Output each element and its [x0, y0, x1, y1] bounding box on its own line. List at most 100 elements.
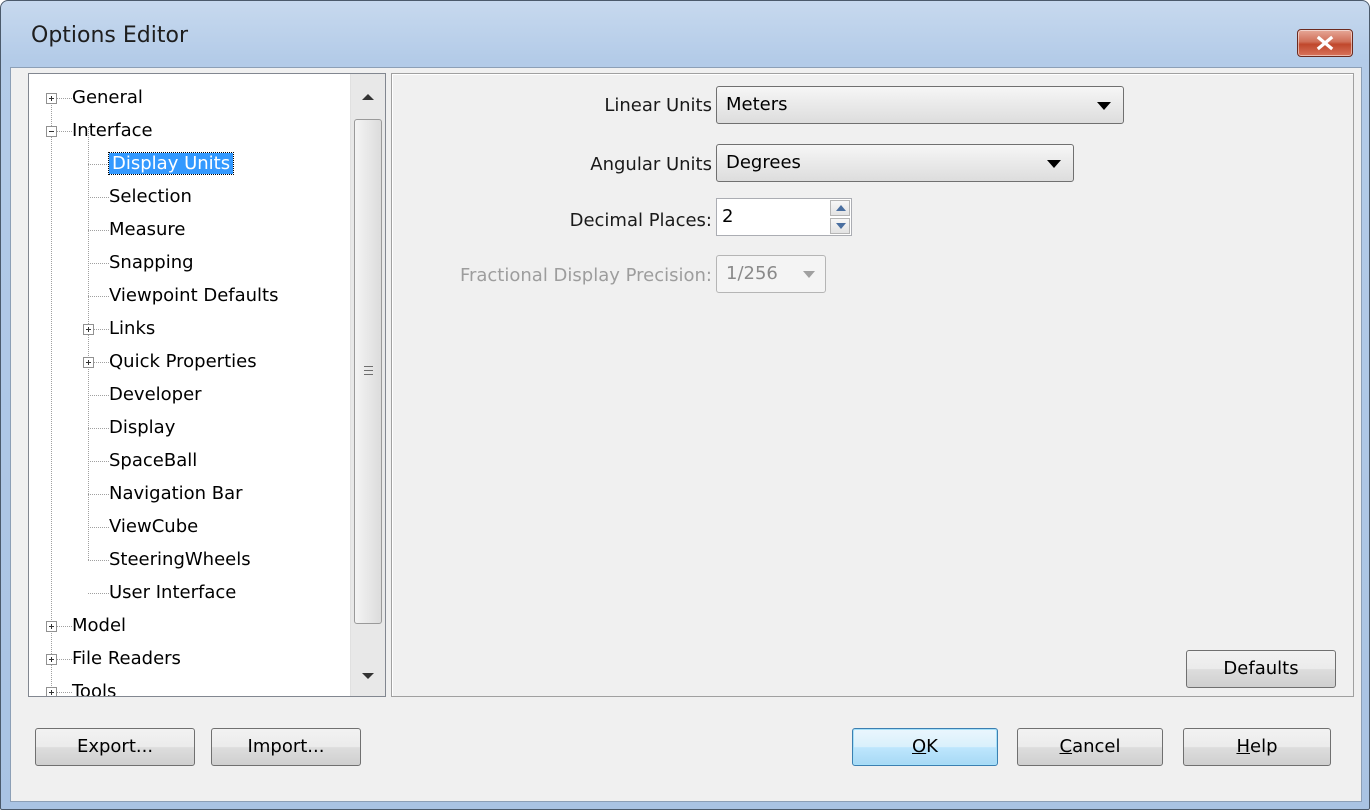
chevron-down-icon: [803, 271, 815, 278]
tree-item-display[interactable]: Display: [109, 414, 175, 442]
tree-item-model[interactable]: Model: [72, 612, 126, 640]
tree-item-label: Tools: [72, 681, 117, 697]
grip-line: [364, 370, 373, 371]
tree-item-measure[interactable]: Measure: [109, 216, 186, 244]
tree-item-viewcube[interactable]: ViewCube: [109, 513, 198, 541]
tree-connector: [88, 593, 109, 594]
tree-item-label: ViewCube: [109, 516, 199, 537]
display-units-panel: Linear Units Meters Angular Units Degree…: [391, 73, 1354, 697]
tree-item-label: Measure: [109, 219, 186, 240]
decimal-places-value: 2: [722, 206, 734, 227]
ok-mnemonic: O: [912, 736, 927, 757]
angular-units-dropdown[interactable]: Degrees: [716, 144, 1074, 182]
tree-connector: [88, 494, 109, 495]
tree-item-label: Display Units: [107, 152, 235, 175]
scroll-up-icon[interactable]: [362, 93, 374, 101]
ok-button[interactable]: OK: [852, 728, 998, 766]
tree-item-display-units[interactable]: Display Units: [107, 150, 235, 178]
tree-item-spaceball[interactable]: SpaceBall: [109, 447, 197, 475]
window-title: Options Editor: [31, 23, 188, 48]
linear-units-dropdown[interactable]: Meters: [716, 86, 1124, 124]
tree-item-developer[interactable]: Developer: [109, 381, 202, 409]
tree-item-interface[interactable]: Interface: [72, 117, 153, 145]
tree-scrollbar[interactable]: [350, 74, 385, 696]
tree-item-general[interactable]: General: [72, 84, 143, 112]
fractional-precision-dropdown[interactable]: 1/256: [716, 255, 826, 293]
tree-connector: [88, 461, 109, 462]
tree-item-label: Navigation Bar: [109, 483, 243, 504]
tree-item-tools[interactable]: Tools: [72, 678, 117, 697]
cancel-label-rest: ancel: [1072, 736, 1121, 757]
tree-item-label: Developer: [109, 384, 202, 405]
tree-item-label: User Interface: [109, 582, 237, 603]
tree-connector: [88, 395, 109, 396]
expand-icon[interactable]: [46, 93, 57, 104]
angular-units-label: Angular Units: [590, 154, 712, 175]
fractional-precision-value: 1/256: [726, 263, 778, 284]
help-label-rest: elp: [1250, 736, 1278, 757]
export-button[interactable]: Export...: [35, 728, 195, 766]
tree-item-viewpoint-defaults[interactable]: Viewpoint Defaults: [109, 282, 279, 310]
dialog-client-area: General Interface Display Units Selection Me…: [10, 67, 1362, 802]
help-button[interactable]: Help: [1183, 728, 1331, 766]
cancel-button[interactable]: Cancel: [1017, 728, 1163, 766]
up-arrow-icon: [836, 205, 846, 211]
tree-item-label: SpaceBall: [109, 450, 198, 471]
expand-icon[interactable]: [83, 357, 94, 368]
tree-item-user-interface[interactable]: User Interface: [109, 579, 236, 607]
tree-item-steeringwheels[interactable]: SteeringWheels: [109, 546, 251, 574]
expand-icon[interactable]: [83, 324, 94, 335]
angular-units-value: Degrees: [726, 152, 801, 173]
tree-item-navigation-bar[interactable]: Navigation Bar: [109, 480, 243, 508]
tree-item-label: Links: [109, 318, 156, 339]
close-button[interactable]: [1297, 29, 1353, 57]
tree-item-quick-properties[interactable]: Quick Properties: [109, 348, 257, 376]
close-icon: [1316, 35, 1334, 51]
down-arrow-icon: [836, 223, 846, 229]
tree-connector: [88, 560, 109, 561]
stepper-buttons: [830, 200, 850, 234]
chevron-down-icon: [1047, 160, 1061, 168]
title-bar[interactable]: Options Editor: [1, 1, 1369, 57]
tree-item-label: Viewpoint Defaults: [109, 285, 279, 306]
tree-item-label: Model: [72, 615, 127, 636]
tree-connector: [88, 230, 109, 231]
tree-item-label: File Readers: [72, 648, 181, 669]
tree-connector: [88, 527, 109, 528]
tree-item-label: Snapping: [109, 252, 194, 273]
tree-item-snapping[interactable]: Snapping: [109, 249, 194, 277]
decrement-button[interactable]: [830, 218, 850, 234]
options-editor-window: Options Editor General Interface Display U…: [0, 0, 1370, 810]
grip-line: [364, 366, 373, 367]
tree-item-label: Quick Properties: [109, 351, 257, 372]
tree-item-label: SteeringWheels: [109, 549, 251, 570]
tree-item-label: Selection: [109, 186, 192, 207]
import-button[interactable]: Import...: [211, 728, 361, 766]
increment-button[interactable]: [830, 200, 850, 216]
expand-icon[interactable]: [46, 654, 57, 665]
tree-item-file-readers[interactable]: File Readers: [72, 645, 181, 673]
tree-connector: [88, 428, 109, 429]
tree-connector: [88, 263, 109, 264]
linear-units-value: Meters: [726, 94, 788, 115]
grip-line: [364, 374, 373, 375]
scroll-down-icon[interactable]: [362, 672, 374, 680]
decimal-places-stepper[interactable]: 2: [716, 198, 852, 236]
options-tree[interactable]: General Interface Display Units Selection Me…: [28, 73, 386, 697]
help-mnemonic: H: [1236, 736, 1251, 757]
scrollbar-thumb[interactable]: [354, 119, 382, 624]
tree-connector: [88, 296, 109, 297]
tree-item-links[interactable]: Links: [109, 315, 155, 343]
collapse-icon[interactable]: [46, 126, 57, 137]
defaults-button[interactable]: Defaults: [1186, 650, 1336, 688]
tree-item-label: Display: [109, 417, 176, 438]
expand-icon[interactable]: [46, 687, 57, 696]
linear-units-label: Linear Units: [604, 95, 712, 116]
fractional-precision-label: Fractional Display Precision:: [459, 265, 712, 286]
ok-label-rest: K: [926, 736, 938, 757]
tree-connector: [88, 197, 109, 198]
chevron-down-icon: [1097, 102, 1111, 110]
decimal-places-label: Decimal Places:: [569, 210, 712, 231]
tree-item-selection[interactable]: Selection: [109, 183, 192, 211]
expand-icon[interactable]: [46, 621, 57, 632]
